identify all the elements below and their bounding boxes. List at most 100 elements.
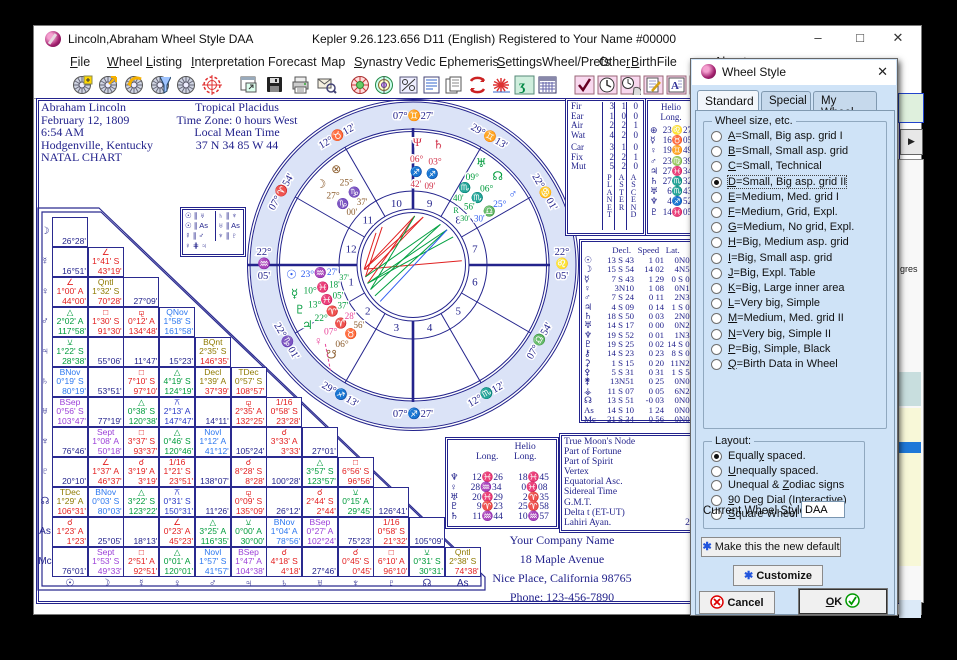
tab-standard[interactable]: Standard xyxy=(697,90,759,111)
menu-birthfile[interactable]: BirthFile xyxy=(631,55,677,69)
wheel-new-icon[interactable] xyxy=(72,75,93,95)
radio-F[interactable] xyxy=(711,207,722,218)
make-default-button[interactable]: ✱ Make this the new default xyxy=(701,537,841,557)
customize-button[interactable]: ✱ Customize xyxy=(733,565,823,586)
group-label: Layout: xyxy=(712,435,754,447)
wheel-red-icon[interactable] xyxy=(350,75,371,95)
calendar-icon[interactable] xyxy=(537,75,558,95)
grid-cell: 76°46' xyxy=(52,427,88,457)
option-label[interactable]: L=Very big, Simple xyxy=(728,297,820,309)
radio-A[interactable] xyxy=(711,131,722,142)
wheel-plain-icon[interactable] xyxy=(176,75,197,95)
text-doc-icon[interactable]: A xyxy=(666,75,687,95)
radio-P[interactable] xyxy=(711,344,722,355)
option-label[interactable]: I=Big, Small asp. grid xyxy=(728,252,832,264)
menu-file[interactable]: File xyxy=(70,55,90,69)
menu-wheel[interactable]: Wheel xyxy=(107,55,142,69)
clock-pie-icon[interactable] xyxy=(620,75,641,95)
maximize-button[interactable]: □ xyxy=(849,29,871,47)
wheel-filter-icon[interactable] xyxy=(150,75,171,95)
option-label[interactable]: F=Medium, Grid, Expl. xyxy=(728,206,838,218)
close-button[interactable]: ✕ xyxy=(887,29,909,47)
option-label[interactable]: H=Big, Medium asp. grid xyxy=(728,236,849,248)
menu-interpretation[interactable]: Interpretation xyxy=(191,55,265,69)
ok-button[interactable]: OK xyxy=(799,589,887,614)
wheel-style-dialog: Wheel Style✕StandardSpecialMy WheelWheel… xyxy=(690,58,898,616)
grid-cell: 53°51' xyxy=(88,367,124,397)
edit-doc-icon[interactable] xyxy=(643,75,664,95)
wheel-arrow-icon[interactable] xyxy=(98,75,119,95)
percent-icon[interactable] xyxy=(398,75,419,95)
option-label[interactable]: C=Small, Technical xyxy=(728,160,822,172)
menu-vedic[interactable]: Vedic xyxy=(405,55,436,69)
option-label[interactable]: N=Very big, Simple II xyxy=(728,328,831,340)
grid-cell: Decl1°39' A37°39' xyxy=(195,367,231,397)
radio-N[interactable] xyxy=(711,329,722,340)
option-label[interactable]: B=Small, Small asp. grid xyxy=(728,145,848,157)
radio-layout[interactable] xyxy=(711,495,722,506)
mail-icon[interactable] xyxy=(316,75,337,95)
grid-cell: △0°38' S120°38' xyxy=(123,397,159,427)
menu-ephemeris[interactable]: Ephemeris xyxy=(439,55,499,69)
tab-my-wheel[interactable]: My Wheel xyxy=(813,91,877,110)
doc-lines-icon[interactable] xyxy=(421,75,442,95)
radio-layout[interactable] xyxy=(711,466,722,477)
option-label[interactable]: J=Big, Expl. Table xyxy=(728,267,816,279)
grid-cell: △3°57' S123°57' xyxy=(302,457,338,487)
option-label[interactable]: M=Medium, Med. grid II xyxy=(728,312,844,324)
minimize-button[interactable]: – xyxy=(807,29,829,47)
menu-forecast[interactable]: Forecast xyxy=(268,55,317,69)
option-label[interactable]: K=Big, Large inner area xyxy=(728,282,845,294)
current-style-input[interactable]: DAA xyxy=(801,501,845,518)
print-icon[interactable] xyxy=(290,75,311,95)
tab-special[interactable]: Special xyxy=(761,91,811,110)
dialog-close-icon[interactable]: ✕ xyxy=(877,64,888,80)
option-label[interactable]: E=Medium, Med. grid I xyxy=(728,191,839,203)
cancel-button[interactable]: Cancel xyxy=(699,591,775,614)
grid-cell: 77°19' xyxy=(88,397,124,427)
group-label: Wheel size, etc. xyxy=(712,115,796,127)
radio-E[interactable] xyxy=(711,192,722,203)
bg-blue-block xyxy=(899,600,921,618)
radio-D[interactable] xyxy=(711,177,722,188)
copy-icon[interactable] xyxy=(444,75,465,95)
menu-map[interactable]: Map xyxy=(321,55,345,69)
option-label[interactable]: P=Big, Simple, Black xyxy=(728,343,830,355)
grid-cell: 100°28' xyxy=(266,457,302,487)
grid-cell: TDec1°29' A106°31' xyxy=(52,487,88,517)
asterisk-icon[interactable] xyxy=(491,75,512,95)
om-icon[interactable]: ʒ xyxy=(514,75,535,95)
layout-label[interactable]: Equally spaced. xyxy=(728,450,806,462)
radio-J[interactable] xyxy=(711,268,722,279)
menu-synastry[interactable]: Synastry xyxy=(354,55,403,69)
grid-cell: Sept1°53' S49°33' xyxy=(88,547,124,577)
radio-K[interactable] xyxy=(711,283,722,294)
layout-label[interactable]: Unequally spaced. xyxy=(728,465,819,477)
radio-layout[interactable] xyxy=(711,451,722,462)
option-label[interactable]: D=Small, Big asp. grid II xyxy=(728,176,846,188)
option-label[interactable]: G=Medium, No grid, Expl. xyxy=(728,221,854,233)
background-arrow-button[interactable]: ▶ xyxy=(900,129,923,155)
check-icon[interactable] xyxy=(574,75,595,95)
layout-label[interactable]: Unequal & Zodiac signs xyxy=(728,479,844,491)
grid-row-glyph: As xyxy=(38,526,52,537)
menu-listing[interactable]: Listing xyxy=(146,55,182,69)
save-icon[interactable] xyxy=(264,75,285,95)
rotate-icon[interactable] xyxy=(467,75,488,95)
grid-cell: 105°24' xyxy=(231,427,267,457)
export-icon[interactable] xyxy=(238,75,259,95)
wheel-target-icon[interactable] xyxy=(202,75,223,95)
grid-cell: QNov1°58' S161°58' xyxy=(159,307,195,337)
radio-layout[interactable] xyxy=(711,480,722,491)
clock-icon[interactable] xyxy=(597,75,618,95)
option-label[interactable]: A=Small, Big asp. grid I xyxy=(728,130,843,142)
grid-row-glyph: ♂ xyxy=(38,316,52,327)
radio-I[interactable] xyxy=(711,253,722,264)
option-label[interactable]: Q=Birth Data in Wheel xyxy=(728,358,838,370)
menu-settings[interactable]: Settings xyxy=(497,55,542,69)
menu-other[interactable]: Other xyxy=(599,55,630,69)
wheel-multi-icon[interactable] xyxy=(374,75,395,95)
wheel-undo-icon[interactable] xyxy=(124,75,145,95)
grid-cell: ☌2°44' S2°44' xyxy=(302,487,338,517)
radio-Q[interactable] xyxy=(711,359,722,370)
